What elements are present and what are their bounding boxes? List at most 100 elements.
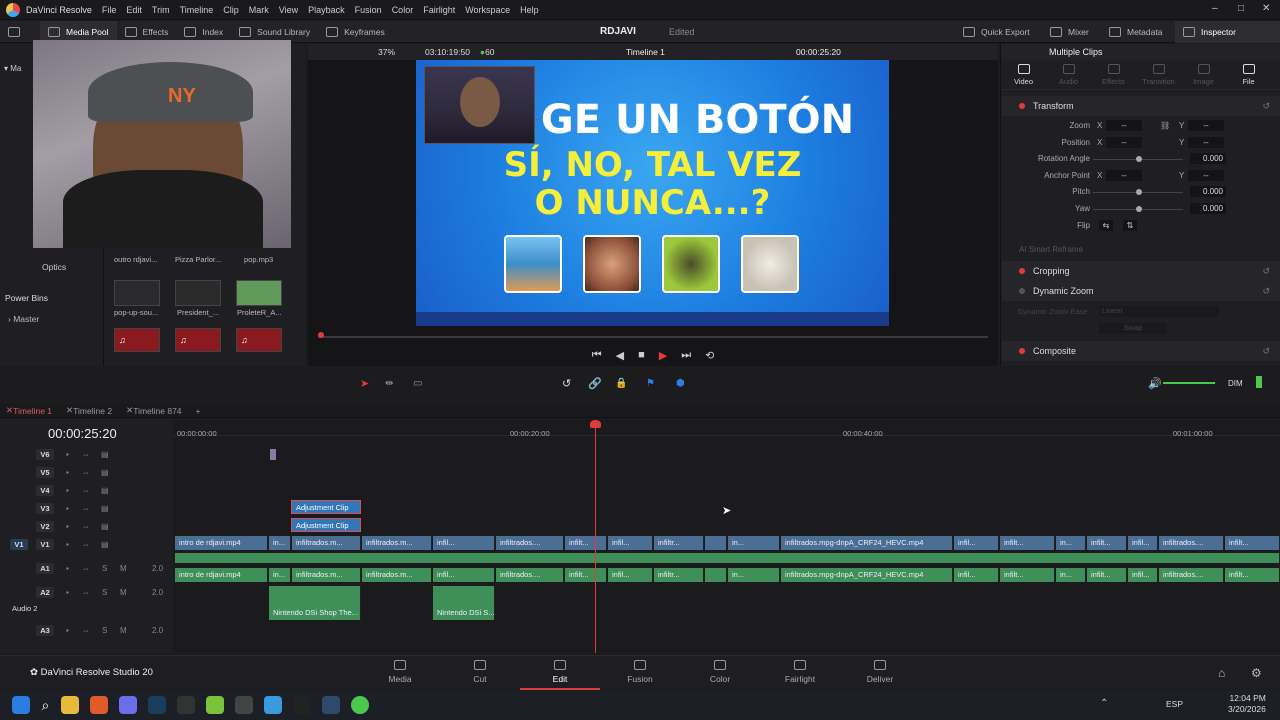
app-icon[interactable] — [205, 696, 224, 714]
search-icon[interactable]: ⌕ — [42, 697, 50, 714]
maximize-icon[interactable]: □ — [1238, 3, 1244, 14]
flip-vertical-icon[interactable]: ⇅ — [1123, 220, 1137, 231]
app-icon[interactable] — [234, 696, 253, 714]
clip-v1[interactable]: infil... — [608, 536, 653, 550]
tab-timeline-1[interactable]: ✕ Timeline 1 — [6, 405, 52, 416]
add-timeline-icon[interactable]: + — [196, 406, 201, 416]
epic-games-icon[interactable] — [176, 696, 195, 714]
clip-a1[interactable]: infilt... — [1225, 568, 1280, 582]
file-explorer-icon[interactable] — [60, 696, 79, 714]
transform-section[interactable]: Transform ↺ — [1002, 96, 1280, 116]
clip-v1-infil[interactable]: infiltrados.m... — [362, 536, 432, 550]
menu-edit[interactable]: Edit — [126, 5, 142, 15]
next-edit-icon[interactable]: ⏭ — [681, 349, 691, 362]
menu-workspace[interactable]: Workspace — [465, 5, 510, 15]
clip-pop[interactable]: pop.mp3 — [244, 255, 273, 264]
marker-icon[interactable]: ⬢ — [676, 378, 685, 389]
tab-image[interactable]: Image — [1181, 60, 1226, 89]
clip-a1[interactable]: in... — [1056, 568, 1086, 582]
menu-help[interactable]: Help — [520, 5, 539, 15]
pitch-value[interactable]: 0.000 — [1190, 186, 1226, 197]
clip-v1-intro[interactable]: intro de rdjavi.mp4 — [175, 536, 268, 550]
master-bin-row[interactable]: ▾ Ma — [4, 64, 34, 78]
clip-a1-intro[interactable]: intro de rdjavi.mp4 — [175, 568, 268, 582]
keyframes-button[interactable]: Keyframes — [318, 21, 393, 43]
clip-v1[interactable]: infiltrados.... — [1159, 536, 1224, 550]
tab-transition[interactable]: Transition — [1136, 60, 1181, 89]
link-icon[interactable]: ⛓ — [1160, 121, 1170, 130]
clip-prolete[interactable]: ProleteR_A... — [237, 308, 282, 317]
track-lock-icon[interactable]: ▪ — [66, 486, 69, 495]
reset-icon[interactable]: ↺ — [1262, 266, 1270, 277]
track-lock-icon[interactable]: ▪ — [66, 564, 69, 573]
snapping-icon[interactable]: ↺ — [562, 377, 571, 390]
menu-fairlight[interactable]: Fairlight — [423, 5, 455, 15]
track-enable-icon[interactable]: ▤ — [101, 522, 109, 531]
clip-outro[interactable]: outro rdjavi... — [114, 255, 157, 264]
reset-icon[interactable]: ↺ — [1262, 346, 1270, 357]
scrub-bar[interactable] — [318, 336, 988, 338]
mute-button[interactable]: M — [120, 564, 127, 573]
track-enable-icon[interactable]: ▤ — [101, 450, 109, 459]
menu-clip[interactable]: Clip — [223, 5, 239, 15]
capcut-icon[interactable] — [292, 696, 311, 714]
clip-a1[interactable]: infilt... — [1000, 568, 1055, 582]
master-bin-item[interactable]: › Master — [8, 314, 39, 324]
dynamic-zoom-enable-icon[interactable] — [1019, 288, 1025, 294]
timeline-ruler[interactable]: 00:00:00:00 00:00:20:00 00:00:40:00 00:0… — [173, 418, 1280, 438]
zoom-x-field[interactable]: -- — [1106, 120, 1142, 131]
cropping-section[interactable]: Cropping ↺ — [1002, 261, 1280, 281]
track-lock-icon[interactable]: ▪ — [66, 626, 69, 635]
flip-horizontal-icon[interactable]: ⇆ — [1099, 220, 1113, 231]
menu-playback[interactable]: Playback — [308, 5, 345, 15]
solo-button[interactable]: S — [102, 588, 107, 597]
menu-fusion[interactable]: Fusion — [355, 5, 382, 15]
inspector-button[interactable]: Inspector — [1175, 20, 1280, 43]
track-lock-icon[interactable]: ▪ — [66, 450, 69, 459]
track-lock-icon[interactable]: ▪ — [66, 522, 69, 531]
clip-pizza[interactable]: Pizza Parlor... — [175, 255, 221, 264]
viewer-timeline-name[interactable]: Timeline 1 — [626, 47, 665, 57]
mute-button[interactable]: M — [120, 588, 127, 597]
anchor-y-field[interactable]: -- — [1188, 170, 1224, 181]
page-fusion[interactable]: Fusion — [600, 660, 680, 684]
clip-a1[interactable]: infilt... — [1087, 568, 1127, 582]
flag-icon[interactable]: ⚑ — [646, 378, 655, 389]
tab-file[interactable]: File — [1226, 60, 1271, 89]
position-x-field[interactable]: -- — [1106, 137, 1142, 148]
scrub-head[interactable] — [318, 332, 324, 338]
photos-icon[interactable] — [263, 696, 282, 714]
loop-icon[interactable]: ⟲ — [705, 349, 714, 362]
clip-a1[interactable]: infil... — [954, 568, 999, 582]
tab-timeline-2[interactable]: ✕ Timeline 2 — [66, 405, 112, 416]
prev-edit-icon[interactable]: ⏮ — [592, 349, 602, 362]
clip-v1[interactable]: infiltr... — [654, 536, 704, 550]
page-deliver[interactable]: Deliver — [840, 660, 920, 684]
auto-select-icon[interactable]: ⇔ — [82, 450, 90, 459]
clip-a1[interactable]: infil... — [1128, 568, 1158, 582]
menu-timeline[interactable]: Timeline — [180, 5, 214, 15]
close-icon[interactable]: ✕ — [1262, 3, 1270, 14]
clip-thumb-prolete[interactable] — [236, 280, 282, 306]
clip-v1[interactable]: infil... — [1128, 536, 1158, 550]
timeline-tracks[interactable]: 00:00:00:00 00:00:20:00 00:00:40:00 00:0… — [173, 418, 1280, 653]
clip-a1[interactable]: infiltrados.... — [496, 568, 564, 582]
clip-v1[interactable] — [705, 536, 727, 550]
clip-v1[interactable]: infil... — [433, 536, 495, 550]
clip-v1-long[interactable]: infiltrados.mpg-dnpA_CRF24_HEVC.mp4 — [781, 536, 953, 550]
audio-clip-thumb-2[interactable]: ♫ — [175, 328, 221, 352]
page-fairlight[interactable]: Fairlight — [760, 660, 840, 684]
rotation-knob[interactable] — [1136, 156, 1142, 162]
clip-v1[interactable]: infilt... — [1000, 536, 1055, 550]
source-v1-patch[interactable]: V1 — [10, 538, 28, 550]
clip-thumb-president[interactable] — [175, 280, 221, 306]
audio-clip-thumb-1[interactable]: ♫ — [114, 328, 160, 352]
selection-tool-icon[interactable]: ➤ — [360, 377, 369, 390]
menu-color[interactable]: Color — [392, 5, 414, 15]
anchor-x-field[interactable]: -- — [1106, 170, 1142, 181]
play-icon[interactable]: ▶ — [659, 349, 667, 362]
clip-a1[interactable]: infiltr... — [654, 568, 704, 582]
marker-clip[interactable] — [270, 449, 276, 460]
steam-icon[interactable] — [147, 696, 166, 714]
clip-a2-nintendo-2[interactable]: Nintendo DSi S... — [433, 586, 495, 620]
